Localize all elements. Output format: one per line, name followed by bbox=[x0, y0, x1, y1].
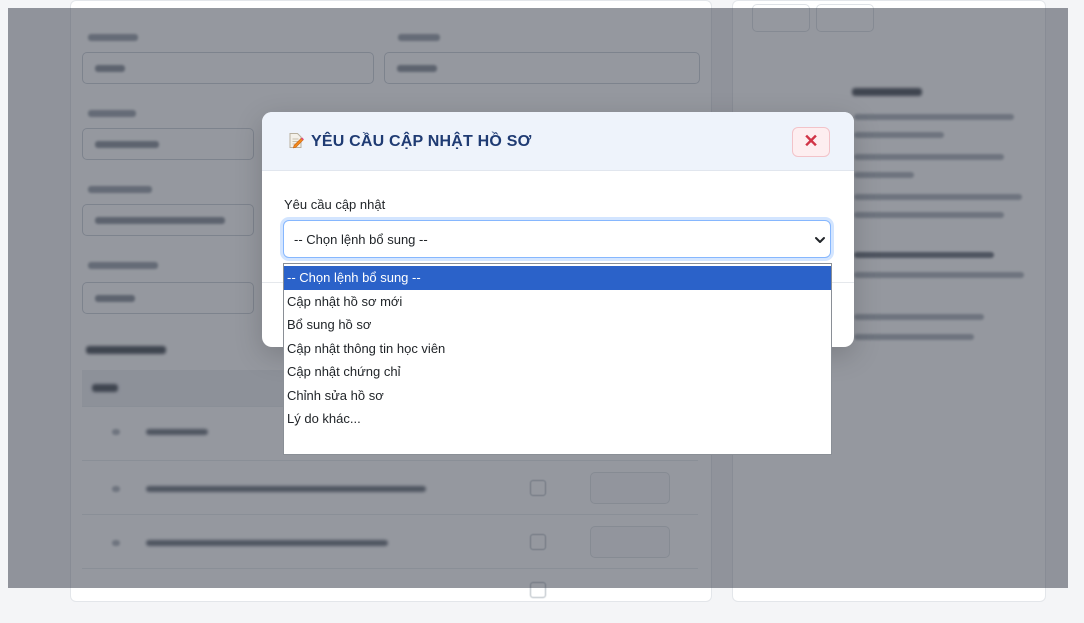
update-request-options: -- Chọn lệnh bổ sung -- Cập nhật hồ sơ m… bbox=[283, 263, 832, 455]
close-x-icon: ✕ bbox=[803, 131, 819, 151]
edit-document-icon bbox=[288, 132, 304, 154]
modal-header: YÊU CẦU CẬP NHẬT HỒ SƠ ✕ bbox=[262, 112, 854, 171]
close-button[interactable]: ✕ bbox=[792, 127, 830, 157]
update-request-label: Yêu cầu cập nhật bbox=[284, 197, 386, 212]
option-update-certificate[interactable]: Cập nhật chứng chỉ bbox=[284, 360, 831, 384]
chevron-down-icon bbox=[814, 233, 826, 251]
option-supplement-profile[interactable]: Bổ sung hồ sơ bbox=[284, 313, 831, 337]
update-request-select[interactable]: -- Chọn lệnh bổ sung -- bbox=[283, 220, 831, 258]
option-edit-profile[interactable]: Chỉnh sửa hồ sơ bbox=[284, 384, 831, 408]
modal-title: YÊU CẦU CẬP NHẬT HỒ SƠ bbox=[288, 132, 531, 154]
option-choose-command[interactable]: -- Chọn lệnh bổ sung -- bbox=[284, 266, 831, 290]
option-new-profile-update[interactable]: Cập nhật hồ sơ mới bbox=[284, 290, 831, 314]
select-current-value: -- Chọn lệnh bổ sung -- bbox=[294, 232, 428, 247]
modal-title-text: YÊU CẦU CẬP NHẬT HỒ SƠ bbox=[311, 133, 532, 150]
option-other-reason[interactable]: Lý do khác... bbox=[284, 407, 831, 431]
option-update-student-info[interactable]: Cập nhật thông tin học viên bbox=[284, 337, 831, 361]
